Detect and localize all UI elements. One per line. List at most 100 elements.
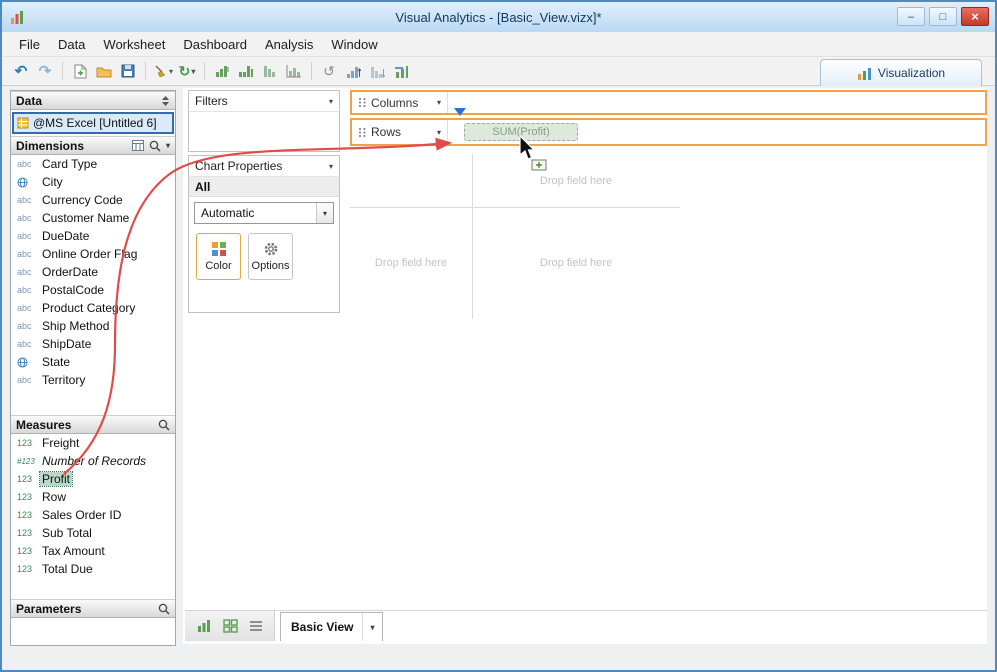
measure-label: Sales Order ID: [42, 508, 122, 522]
refresh-icon: ↻: [178, 62, 191, 79]
chart-properties-card: Chart Properties ▾ All Automatic ▾ Color…: [188, 155, 340, 313]
sort-descending-button[interactable]: [366, 60, 388, 82]
filters-card-header[interactable]: Filters ▾: [189, 91, 339, 112]
chart-properties-header[interactable]: Chart Properties ▾: [189, 156, 339, 177]
chevron-down-icon[interactable]: ▾: [437, 128, 441, 137]
dimension-item[interactable]: abc Customer Name: [11, 209, 175, 227]
new-sheet-button[interactable]: [69, 60, 91, 82]
chart-add-row-button[interactable]: [211, 60, 233, 82]
dimension-item[interactable]: abc Ship Method: [11, 317, 175, 335]
chevron-down-icon[interactable]: ▾: [169, 67, 173, 76]
dimension-item[interactable]: abc Product Category: [11, 299, 175, 317]
new-worksheet-icon[interactable]: [196, 619, 212, 633]
grip-dots-icon: [358, 97, 366, 108]
view-canvas[interactable]: Drop field here Drop field here Drop fie…: [350, 154, 680, 319]
measure-label: Tax Amount: [42, 544, 105, 558]
dimension-item[interactable]: abc Online Order Flag: [11, 245, 175, 263]
field-pill-sum-profit[interactable]: SUM(Profit): [464, 123, 578, 141]
sheet-tab-actions: [185, 611, 275, 641]
measure-item[interactable]: 123 Freight: [11, 434, 175, 452]
measure-item[interactable]: 123 Sales Order ID: [11, 506, 175, 524]
table-view-icon[interactable]: [131, 140, 144, 151]
data-source-row: @MS Excel [Untitled 6]: [11, 110, 175, 136]
dimensions-title: Dimensions: [16, 138, 85, 153]
number-field-icon: 123: [17, 546, 33, 556]
chevron-down-icon[interactable]: ▾: [329, 97, 333, 106]
dimension-item[interactable]: abc Currency Code: [11, 191, 175, 209]
dimension-item[interactable]: abc ShipDate: [11, 335, 175, 353]
sort-ascending-button[interactable]: [342, 60, 364, 82]
menu-dashboard[interactable]: Dashboard: [174, 33, 256, 56]
show-labels-button[interactable]: [390, 60, 412, 82]
number-field-icon: 123: [17, 564, 33, 574]
rows-shelf-chip[interactable]: Rows ▾: [352, 120, 448, 144]
chevron-down-icon[interactable]: ▾: [166, 141, 170, 150]
dimension-item[interactable]: abc OrderDate: [11, 263, 175, 281]
minimize-button[interactable]: –: [897, 7, 925, 26]
dimension-item[interactable]: abc Card Type: [11, 155, 175, 173]
tab-basic-view[interactable]: Basic View ▾: [280, 612, 383, 641]
color-button[interactable]: Color: [196, 233, 241, 280]
save-button[interactable]: [117, 60, 139, 82]
new-dashboard-icon[interactable]: [223, 619, 238, 633]
search-icon[interactable]: [158, 603, 170, 615]
chevron-down-icon[interactable]: ▾: [362, 613, 381, 641]
menu-analysis[interactable]: Analysis: [256, 33, 322, 56]
redo-button[interactable]: ↷: [34, 60, 56, 82]
measure-item[interactable]: 123 Tax Amount: [11, 542, 175, 560]
property-buttons: Color Options: [189, 229, 339, 284]
menu-window[interactable]: Window: [322, 33, 386, 56]
search-icon[interactable]: [149, 140, 161, 152]
title-bar: Visual Analytics - [Basic_View.vizx]* – …: [2, 2, 995, 32]
dimension-label: Territory: [42, 373, 86, 387]
sheet-list-icon[interactable]: [249, 620, 263, 632]
chart-grid-button[interactable]: [235, 60, 257, 82]
menu-worksheet[interactable]: Worksheet: [94, 33, 174, 56]
chevron-down-icon[interactable]: ▾: [329, 162, 333, 171]
refresh-button[interactable]: ↻ ▾: [176, 60, 198, 82]
toolbar-separator: [62, 62, 63, 80]
mark-type-select[interactable]: Automatic ▾: [194, 202, 334, 224]
drop-position-indicator: [454, 108, 466, 116]
measure-item[interactable]: 123 Sub Total: [11, 524, 175, 542]
filters-title: Filters: [195, 94, 228, 108]
text-field-icon: abc: [17, 159, 32, 169]
dimension-item[interactable]: abc DueDate: [11, 227, 175, 245]
color-button-label: Color: [205, 260, 232, 272]
menu-file[interactable]: File: [10, 33, 49, 56]
text-field-icon: abc: [17, 285, 32, 295]
chevron-down-icon[interactable]: ▾: [437, 98, 441, 107]
measures-list: 123 Freight #123 Number of Records 123 Profit…: [11, 434, 175, 599]
columns-shelf[interactable]: Columns ▾: [350, 90, 987, 115]
tab-visualization[interactable]: Visualization: [820, 59, 982, 86]
data-source-item[interactable]: @MS Excel [Untitled 6]: [12, 112, 174, 134]
dimension-item[interactable]: City: [11, 173, 175, 191]
measure-item[interactable]: 123 Row: [11, 488, 175, 506]
dimension-item[interactable]: State: [11, 353, 175, 371]
swap-axes-button[interactable]: ↺: [318, 60, 340, 82]
data-panel: Data @MS Excel [Untitled 6] Dimensions ▾…: [10, 90, 176, 646]
dimension-label: Online Order Flag: [42, 247, 138, 261]
text-field-icon: abc: [17, 249, 32, 259]
dimension-item[interactable]: abc Territory: [11, 371, 175, 389]
rows-shelf[interactable]: Rows ▾ SUM(Profit): [350, 118, 987, 146]
close-button[interactable]: ×: [961, 7, 989, 26]
search-icon[interactable]: [158, 419, 170, 431]
options-button[interactable]: Options: [248, 233, 293, 280]
sort-updown-icon[interactable]: [161, 95, 170, 107]
undo-button[interactable]: ↶: [10, 60, 32, 82]
maximize-button[interactable]: □: [929, 7, 957, 26]
columns-shelf-chip[interactable]: Columns ▾: [352, 92, 448, 113]
chevron-down-icon[interactable]: ▾: [316, 203, 333, 223]
chevron-down-icon[interactable]: ▾: [191, 67, 195, 76]
menu-data[interactable]: Data: [49, 33, 94, 56]
chart-descending-button[interactable]: [259, 60, 281, 82]
open-button[interactable]: [93, 60, 115, 82]
measure-item[interactable]: 123 Total Due: [11, 560, 175, 578]
clear-sheet-button[interactable]: ▾: [152, 60, 174, 82]
chart-axis-button[interactable]: [283, 60, 305, 82]
measure-item[interactable]: 123 Profit: [11, 470, 175, 488]
canvas-divider: [350, 207, 680, 208]
measure-item[interactable]: #123 Number of Records: [11, 452, 175, 470]
dimension-item[interactable]: abc PostalCode: [11, 281, 175, 299]
